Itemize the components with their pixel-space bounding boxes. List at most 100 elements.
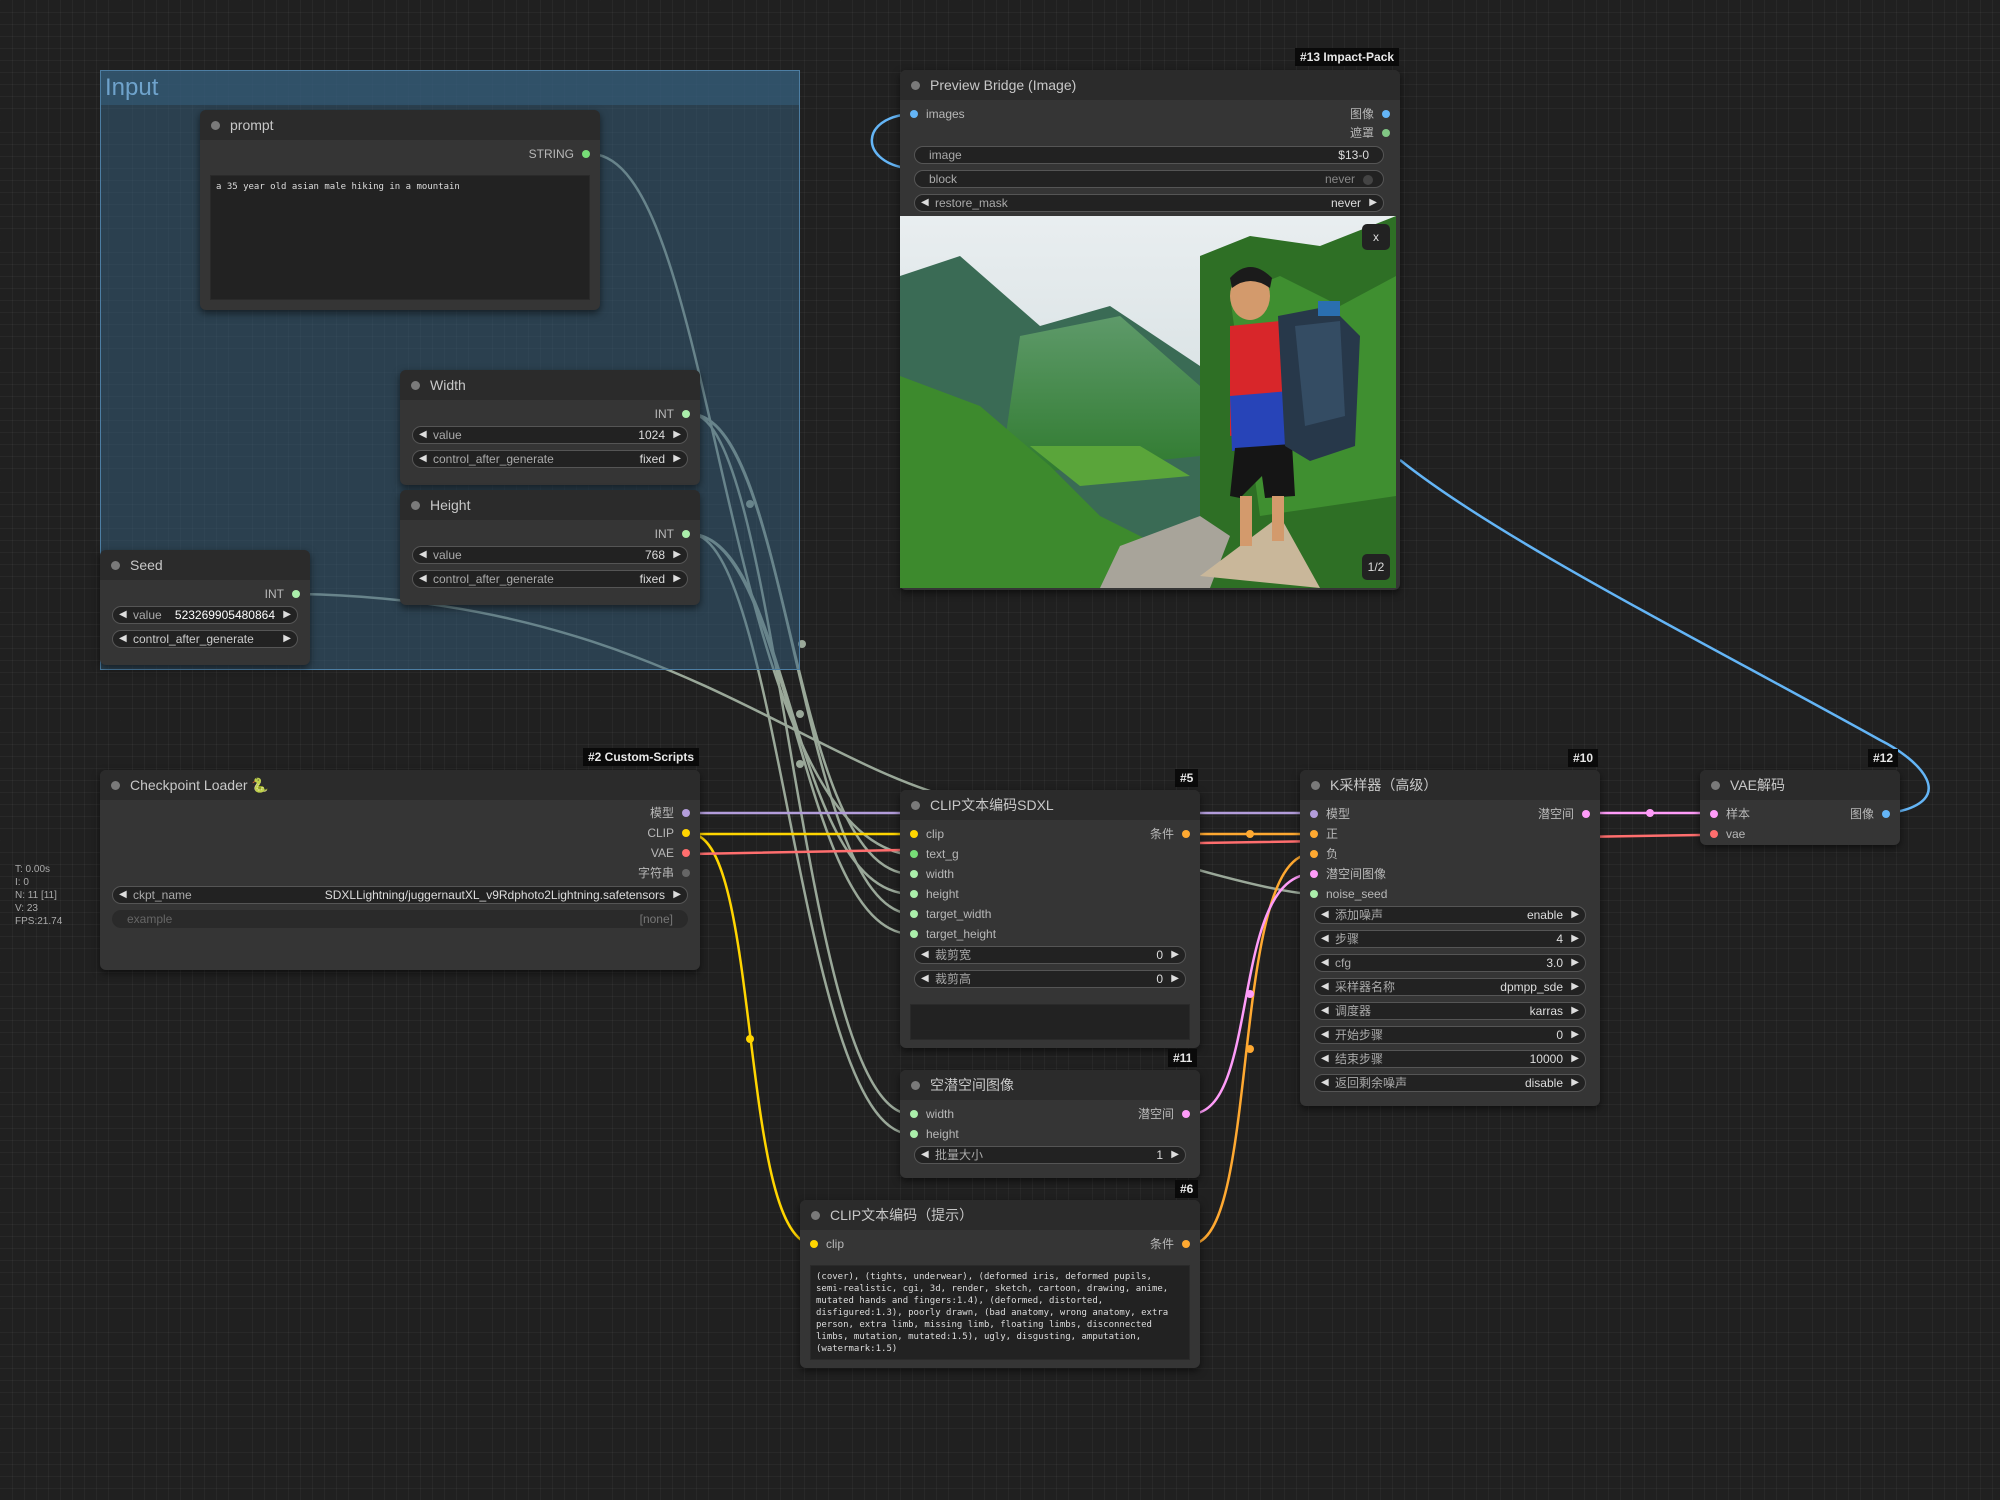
widget-value[interactable]: 10000 xyxy=(1530,1051,1563,1067)
input-dot-icon[interactable] xyxy=(910,910,918,918)
input-dot-icon[interactable] xyxy=(1310,830,1318,838)
input-dot-icon[interactable] xyxy=(910,870,918,878)
increment-arrow-icon[interactable]: ▶ xyxy=(1171,971,1179,987)
next-arrow-icon[interactable]: ▶ xyxy=(1571,979,1579,995)
widget-value[interactable]: 4 xyxy=(1556,931,1563,947)
prev-arrow-icon[interactable]: ◀ xyxy=(1321,979,1329,995)
prev-arrow-icon[interactable]: ◀ xyxy=(1321,1075,1329,1091)
prev-arrow-icon[interactable]: ◀ xyxy=(921,195,929,211)
input-dot-icon[interactable] xyxy=(910,830,918,838)
output-dot-icon[interactable] xyxy=(1382,129,1390,137)
widget-value[interactable]: 523269905480864 xyxy=(175,607,275,623)
start-step-widget[interactable]: ◀ 开始步骤 0 ▶ xyxy=(1314,1026,1586,1044)
preview-bridge-node[interactable]: Preview Bridge (Image) images 图像 遮罩 imag… xyxy=(900,70,1400,590)
node-title[interactable]: K采样器（高级） xyxy=(1300,770,1600,800)
output-dot-icon[interactable] xyxy=(682,410,690,418)
output-dot-icon[interactable] xyxy=(582,150,590,158)
decrement-arrow-icon[interactable]: ◀ xyxy=(419,427,427,443)
input-width[interactable]: width xyxy=(910,1106,954,1122)
decrement-arrow-icon[interactable]: ◀ xyxy=(119,607,127,623)
increment-arrow-icon[interactable]: ▶ xyxy=(1171,947,1179,963)
output-dot-icon[interactable] xyxy=(682,809,690,817)
group-title[interactable]: Input xyxy=(101,71,799,105)
output-conditioning[interactable]: 条件 xyxy=(1150,826,1190,842)
cfg-widget[interactable]: ◀ cfg 3.0 ▶ xyxy=(1314,954,1586,972)
decrement-arrow-icon[interactable]: ◀ xyxy=(1321,1051,1329,1067)
output-dot-icon[interactable] xyxy=(682,869,690,877)
image-widget[interactable]: image $13-0 xyxy=(914,146,1384,164)
collapse-dot-icon[interactable] xyxy=(111,561,120,570)
input-width[interactable]: width xyxy=(910,866,954,882)
prev-arrow-icon[interactable]: ◀ xyxy=(119,887,127,903)
collapse-dot-icon[interactable] xyxy=(911,801,920,810)
increment-arrow-icon[interactable]: ▶ xyxy=(1571,1027,1579,1043)
widget-value[interactable]: 0 xyxy=(1556,1027,1563,1043)
height-node[interactable]: Height INT ◀ value 768 ▶ ◀ control_after… xyxy=(400,490,700,605)
node-title[interactable]: Preview Bridge (Image) xyxy=(900,70,1400,100)
input-dot-icon[interactable] xyxy=(910,110,918,118)
text-l-textarea[interactable] xyxy=(910,1004,1190,1040)
seed-node[interactable]: Seed INT ◀ value 523269905480864 ▶ ◀ con… xyxy=(100,550,310,665)
node-title[interactable]: CLIP文本编码SDXL xyxy=(900,790,1200,820)
collapse-dot-icon[interactable] xyxy=(1711,781,1720,790)
widget-value[interactable]: fixed xyxy=(640,451,665,467)
widget-value[interactable]: 1024 xyxy=(638,427,665,443)
add-noise-widget[interactable]: ◀ 添加噪声 enable ▶ xyxy=(1314,906,1586,924)
input-images[interactable]: images xyxy=(910,106,965,122)
output-int[interactable]: INT xyxy=(655,526,690,542)
clip-text-encode-sdxl-node[interactable]: CLIP文本编码SDXL clip text_g width height ta… xyxy=(900,790,1200,1048)
collapse-dot-icon[interactable] xyxy=(911,1081,920,1090)
output-mask[interactable]: 遮罩 xyxy=(1350,125,1390,141)
height-value-widget[interactable]: ◀ value 768 ▶ xyxy=(412,546,688,564)
node-title[interactable]: Checkpoint Loader 🐍 xyxy=(100,770,700,800)
restore-mask-widget[interactable]: ◀ restore_mask never ▶ xyxy=(914,194,1384,212)
input-text-g[interactable]: text_g xyxy=(910,846,959,862)
block-toggle[interactable]: block never xyxy=(914,170,1384,188)
decrement-arrow-icon[interactable]: ◀ xyxy=(921,1147,929,1163)
increment-arrow-icon[interactable]: ▶ xyxy=(1571,1051,1579,1067)
input-model[interactable]: 模型 xyxy=(1310,806,1350,822)
widget-value[interactable]: 0 xyxy=(1156,947,1163,963)
next-arrow-icon[interactable]: ▶ xyxy=(673,887,681,903)
output-dot-icon[interactable] xyxy=(1182,1240,1190,1248)
return-noise-widget[interactable]: ◀ 返回剩余噪声 disable ▶ xyxy=(1314,1074,1586,1092)
sampler-name-widget[interactable]: ◀ 采样器名称 dpmpp_sde ▶ xyxy=(1314,978,1586,996)
decrement-arrow-icon[interactable]: ◀ xyxy=(419,547,427,563)
output-latent[interactable]: 潜空间 xyxy=(1538,806,1590,822)
input-dot-icon[interactable] xyxy=(1310,850,1318,858)
close-image-button[interactable]: x xyxy=(1362,224,1390,250)
input-dot-icon[interactable] xyxy=(910,930,918,938)
node-title[interactable]: 空潜空间图像 xyxy=(900,1070,1200,1100)
output-dot-icon[interactable] xyxy=(1182,1110,1190,1118)
output-clip[interactable]: CLIP xyxy=(647,825,690,841)
seed-value-widget[interactable]: ◀ value 523269905480864 ▶ xyxy=(112,606,298,624)
prev-arrow-icon[interactable]: ◀ xyxy=(1321,1003,1329,1019)
input-height[interactable]: height xyxy=(910,886,959,902)
prompt-node[interactable]: prompt STRING a 35 year old asian male h… xyxy=(200,110,600,310)
input-dot-icon[interactable] xyxy=(1710,830,1718,838)
input-dot-icon[interactable] xyxy=(910,1130,918,1138)
next-arrow-icon[interactable]: ▶ xyxy=(1571,1075,1579,1091)
collapse-dot-icon[interactable] xyxy=(911,81,920,90)
collapse-dot-icon[interactable] xyxy=(411,501,420,510)
widget-value[interactable]: never xyxy=(1331,195,1361,211)
collapse-dot-icon[interactable] xyxy=(411,381,420,390)
decrement-arrow-icon[interactable]: ◀ xyxy=(921,947,929,963)
widget-value[interactable]: disable xyxy=(1525,1075,1563,1091)
output-conditioning[interactable]: 条件 xyxy=(1150,1236,1190,1252)
toggle-icon[interactable] xyxy=(1363,175,1373,185)
input-clip[interactable]: clip xyxy=(910,826,944,842)
vae-decode-node[interactable]: VAE解码 样本 vae 图像 xyxy=(1700,770,1900,845)
input-dot-icon[interactable] xyxy=(1310,890,1318,898)
output-string[interactable]: STRING xyxy=(529,146,590,162)
widget-value[interactable]: enable xyxy=(1527,907,1563,923)
output-int[interactable]: INT xyxy=(655,406,690,422)
next-arrow-icon[interactable]: ▶ xyxy=(1369,195,1377,211)
next-arrow-icon[interactable]: ▶ xyxy=(673,451,681,467)
input-positive[interactable]: 正 xyxy=(1310,826,1338,842)
input-clip[interactable]: clip xyxy=(810,1236,844,1252)
node-title[interactable]: CLIP文本编码（提示） xyxy=(800,1200,1200,1230)
input-samples[interactable]: 样本 xyxy=(1710,806,1750,822)
negative-prompt-textarea[interactable]: (cover), (tights, underwear), (deformed … xyxy=(810,1265,1190,1360)
decrement-arrow-icon[interactable]: ◀ xyxy=(1321,1027,1329,1043)
